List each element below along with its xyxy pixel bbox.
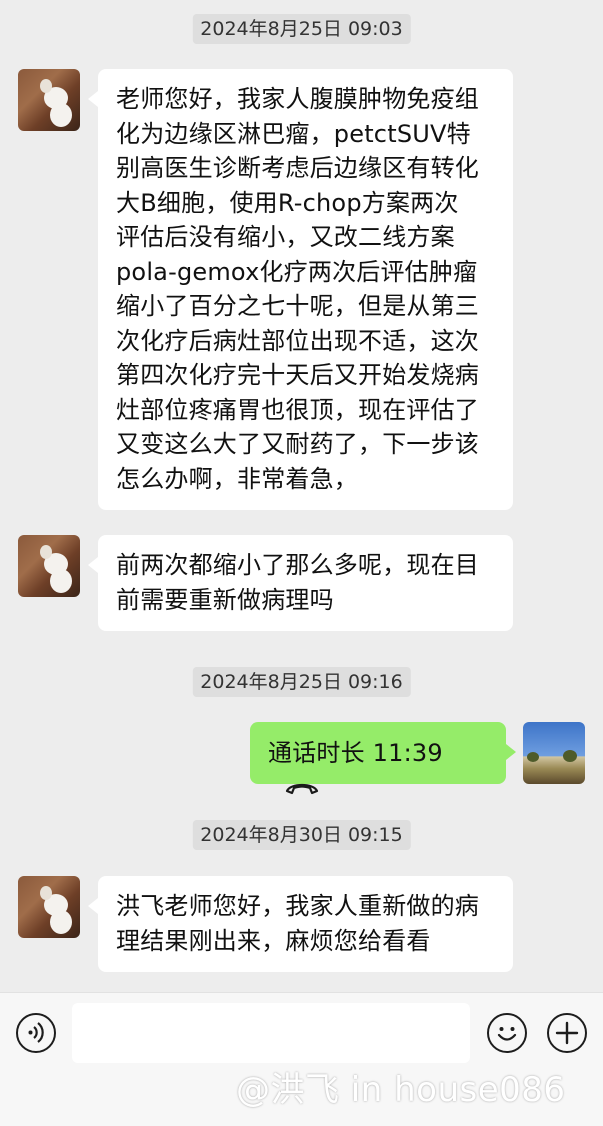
voice-icon[interactable] [16,1013,56,1053]
timestamp: 2024年8月25日 09:16 [192,667,411,697]
contact-avatar[interactable] [18,69,80,131]
message-text: 第四次化疗完十天后又开始发烧病 [116,361,479,389]
phone-hangup-icon [284,771,320,806]
message-text: 别高医生诊断考虑后边缘区有转化 [116,154,479,182]
contact-avatar[interactable] [18,535,80,597]
emoji-icon[interactable] [487,1013,527,1053]
message-text: pola-gemox化疗两次后评估肿瘤 [116,257,478,286]
contact-avatar[interactable] [18,876,80,938]
message-text: 评估后没有缩小，又改二线方案 [116,223,455,251]
call-record-bubble[interactable]: 通话时长 11:39 [250,722,516,795]
message-bubble[interactable]: 洪飞老师您好，我家人重新做的病 理结果刚出来，麻烦您给看看 [88,876,513,972]
message-text: 化为边缘区淋巴瘤，petctSUV特 [116,119,471,148]
plus-icon[interactable] [547,1013,587,1053]
message-bubble[interactable]: 老师您好，我家人腹膜肿物免疫组 化为边缘区淋巴瘤，petctSUV特 别高医生诊… [88,69,513,510]
call-duration-text: 通话时长 11:39 [268,739,443,767]
message-text: 缩小了百分之七十呢，但是从第三 [116,292,479,320]
timestamp: 2024年8月25日 09:03 [192,14,411,44]
watermark: @洪飞 in house086 [236,1070,566,1110]
message-bubble[interactable]: 前两次都缩小了那么多呢，现在目 前需要重新做病理吗 [88,535,513,631]
message-text: 前两次都缩小了那么多呢，现在目 [116,551,479,579]
message-text: 洪飞老师您好，我家人重新做的病 [116,892,479,920]
message-text: 怎么办啊，非常着急， [116,464,358,493]
self-avatar[interactable] [523,722,585,784]
message-text: 灶部位疼痛胃也很顶，现在评估了 [116,395,479,424]
message-input[interactable] [72,1003,470,1063]
message-text: 前需要重新做病理吗 [116,585,334,614]
message-text: 次化疗后病灶部位出现不适，这次 [116,326,479,355]
message-text: 又变这么大了又耐药了，下一步该 [116,430,479,458]
message-text: 理结果刚出来，麻烦您给看看 [116,926,431,955]
message-text: 老师您好，我家人腹膜肿物免疫组 [116,85,479,113]
chat-area[interactable]: 2024年8月25日 09:03 老师您好，我家人腹膜肿物免疫组 化为边缘区淋巴… [0,0,603,992]
message-text: 大B细胞，使用R-chop方案两次 [116,188,459,217]
timestamp: 2024年8月30日 09:15 [192,820,411,850]
